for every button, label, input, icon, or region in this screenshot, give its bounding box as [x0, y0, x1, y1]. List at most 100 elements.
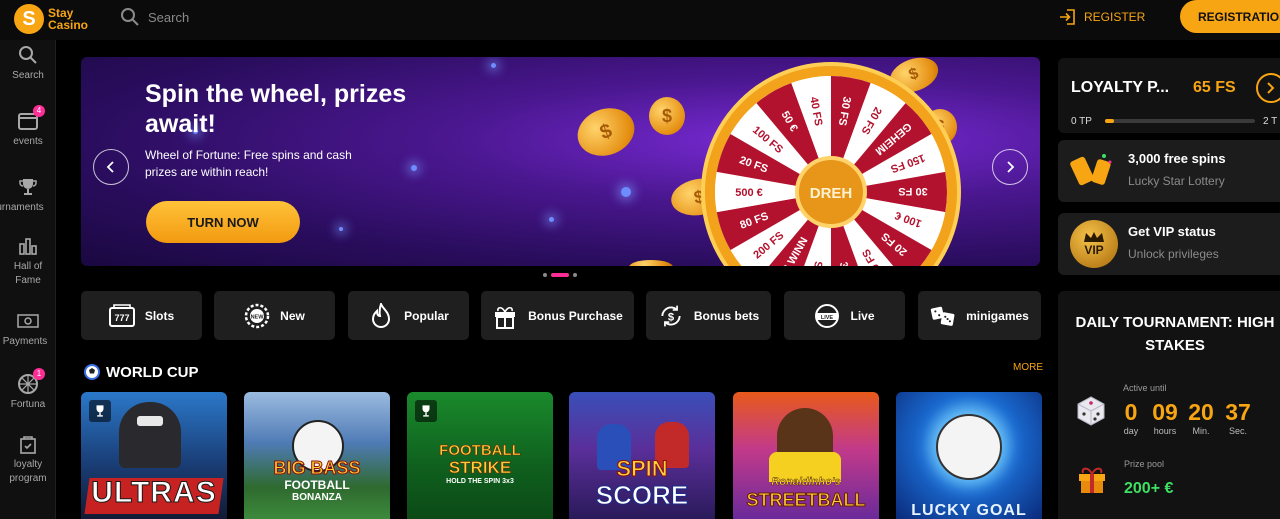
promo-banner[interactable]: Spin the wheel, prizes await! Wheel of F… — [81, 57, 1040, 266]
logo-mark-icon: S — [14, 4, 44, 34]
loyalty-panel[interactable]: LOYALTY P... 65 FS 0 TP 2 T — [1058, 58, 1280, 133]
loyalty-title: LOYALTY P... — [1071, 79, 1170, 96]
pagination-dot-active[interactable] — [551, 273, 569, 277]
sidebar-item-search[interactable]: Search — [0, 44, 56, 83]
section-title: WORLD CUP — [106, 363, 199, 381]
sidebar-item-fortuna[interactable]: 1 Fortuna — [0, 368, 56, 412]
pagination-dot[interactable] — [573, 273, 577, 277]
game-title-line1: FOOTBALL — [439, 442, 521, 460]
registration-button[interactable]: REGISTRATION — [1180, 0, 1280, 33]
logo-line-2: Casino — [48, 18, 89, 32]
game-title-line2: STREETBALL — [746, 490, 866, 511]
loyalty-progress-bar — [1105, 119, 1255, 123]
banner-next-button[interactable] — [992, 149, 1028, 185]
game-tile-ultras[interactable]: ULTRAS — [81, 392, 227, 519]
game-tile-spin-score[interactable]: SPIN SCORE — [569, 392, 715, 519]
gift-icon — [1076, 463, 1108, 495]
decor-star — [621, 187, 631, 197]
new-badge-icon: NEW — [244, 303, 270, 329]
sidebar-item-hall-of-fame[interactable]: Hall of Fame — [0, 235, 56, 288]
payments-icon — [17, 310, 39, 332]
world-cup-more-link[interactable]: MORE — [1013, 362, 1043, 373]
decor-star — [491, 63, 496, 68]
category-bonus-bets[interactable]: $ Bonus bets — [646, 291, 771, 340]
category-label: Bonus Purchase — [528, 308, 623, 323]
svg-text:$: $ — [668, 311, 675, 323]
site-logo[interactable]: S Stay Casino — [14, 4, 94, 34]
search-icon — [17, 44, 39, 66]
flame-icon — [368, 302, 394, 329]
turn-now-button[interactable]: TURN NOW — [146, 201, 300, 243]
category-label: Slots — [144, 308, 175, 323]
category-slots[interactable]: 777 Slots — [81, 291, 202, 340]
fortune-wheel: 30 FS 20 FSGEHEIM150 FS30 FS100 €20 FS30 … — [701, 62, 961, 266]
game-tile-ronaldinho-streetball[interactable]: Ronaldinho's STREETBALL — [733, 392, 879, 519]
sidebar-item-loyalty[interactable]: loyalty program — [0, 433, 56, 486]
category-popular[interactable]: Popular — [348, 291, 469, 340]
search-bar[interactable]: Search — [120, 5, 189, 29]
decor-star — [549, 217, 554, 222]
category-label: Live — [850, 308, 875, 323]
svg-text:777: 777 — [114, 313, 129, 323]
decor-star — [339, 227, 343, 231]
logo-text: Stay Casino — [48, 7, 88, 31]
chevron-left-icon — [106, 161, 114, 173]
category-live[interactable]: LIVE Live — [784, 291, 905, 340]
wheel-segment-label: 30 FS — [898, 185, 927, 197]
sidebar-item-payments[interactable]: Payments — [0, 310, 56, 349]
game-title-line1: BIG BASS — [273, 458, 361, 479]
svg-text:NEW: NEW — [251, 314, 265, 320]
live-icon: LIVE — [814, 303, 840, 329]
prize-pool-value: 200+ € — [1124, 480, 1174, 497]
soccer-ball-icon — [84, 364, 100, 380]
dollar-cycle-icon: $ — [658, 303, 684, 329]
loyalty-icon — [17, 433, 39, 455]
svg-text:LIVE: LIVE — [821, 314, 834, 320]
game-title-line2: STRIKE — [448, 458, 512, 478]
game-title: ULTRAS — [91, 476, 217, 510]
game-tile-big-bass-football[interactable]: BIG BASS FOOTBALL BONANZA — [244, 392, 390, 519]
game-title-line3: HOLD THE SPIN 3x3 — [446, 478, 514, 485]
game-title-line2: FOOTBALL — [284, 478, 350, 492]
promo-subtitle: Unlock privileges — [1128, 247, 1219, 261]
game-art-ball — [936, 414, 1002, 480]
coin-icon: $ — [649, 97, 685, 135]
promo-subtitle: Lucky Star Lottery — [1128, 174, 1225, 188]
pagination-dot[interactable] — [543, 273, 547, 277]
banner-prev-button[interactable] — [93, 149, 129, 185]
sidebar-item-tournaments[interactable]: urnaments — [0, 176, 56, 215]
banner-title: Spin the wheel, prizes await! — [145, 80, 407, 138]
category-minigames[interactable]: minigames — [918, 291, 1041, 340]
category-bonus-purchase[interactable]: Bonus Purchase — [481, 291, 634, 340]
prize-pool-label: Prize pool — [1124, 459, 1165, 469]
slot-machine-icon: 777 — [108, 303, 135, 329]
wheel-segment-label: 500 € — [735, 187, 763, 199]
game-tile-football-strike[interactable]: FOOTBALL STRIKE HOLD THE SPIN 3x3 — [407, 392, 553, 519]
loyalty-progress-fill — [1105, 119, 1114, 123]
coin-icon — [629, 260, 673, 266]
countdown-value: 09 — [1152, 399, 1178, 425]
sidebar-label: Fortuna — [10, 399, 46, 410]
game-title: LUCKY GOAL — [911, 502, 1027, 519]
hall-of-fame-icon — [17, 235, 39, 257]
register-link[interactable]: REGISTER — [1058, 7, 1145, 27]
loyalty-next-button[interactable] — [1256, 73, 1280, 103]
tournament-title: DAILY TOURNAMENT: HIGH STAKES — [1075, 314, 1275, 354]
countdown-minutes: 20 Min. — [1185, 399, 1217, 437]
game-art-mask — [137, 416, 163, 426]
promo-vip-status[interactable]: VIP Get VIP status Unlock privileges — [1058, 213, 1280, 275]
daily-tournament-panel[interactable]: DAILY TOURNAMENT: HIGH STAKES Active unt… — [1058, 291, 1280, 519]
dice-icon — [1075, 395, 1107, 427]
sidebar-item-events[interactable]: 4 events — [0, 105, 56, 149]
active-until-label: Active until — [1123, 383, 1167, 393]
countdown-unit: Min. — [1192, 426, 1210, 436]
banner-subtitle: Wheel of Fortune: Free spins and cash pr… — [145, 148, 352, 179]
chevron-right-icon — [1267, 82, 1275, 94]
countdown-hours: 09 hours — [1150, 399, 1180, 437]
category-new[interactable]: NEW New — [214, 291, 335, 340]
game-tile-lucky-goal[interactable]: LUCKY GOAL — [896, 392, 1042, 519]
chevron-right-icon — [1007, 161, 1015, 173]
countdown-value: 37 — [1225, 399, 1251, 425]
promo-free-spins[interactable]: 3,000 free spins Lucky Star Lottery — [1058, 140, 1280, 202]
countdown-value: 0 — [1124, 399, 1138, 425]
